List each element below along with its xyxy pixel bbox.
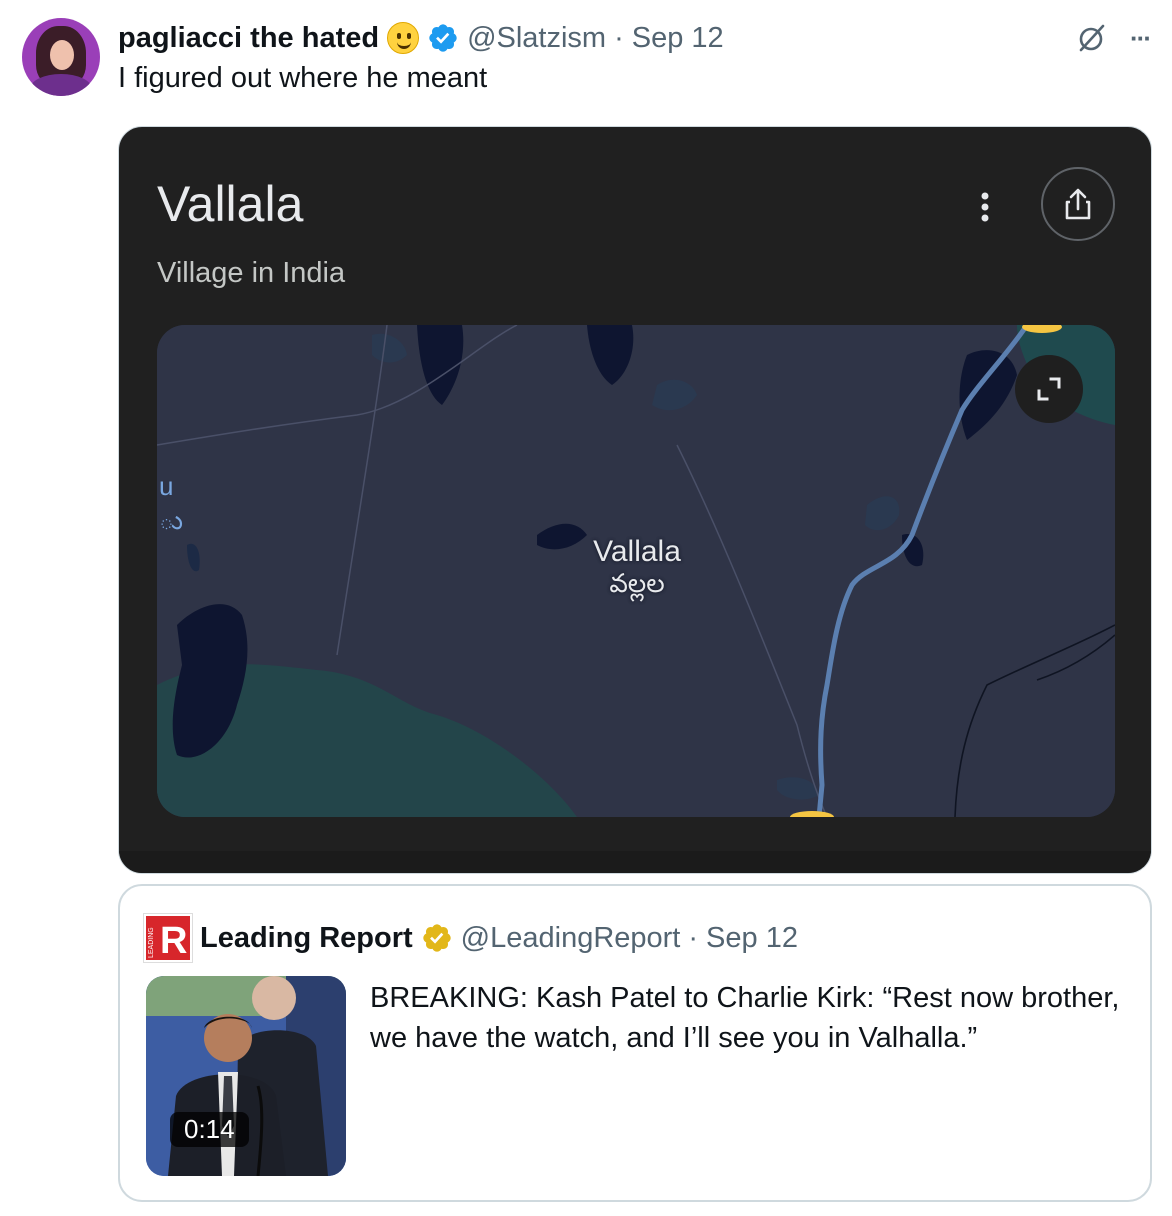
grok-icon[interactable] [1076, 22, 1108, 54]
map-place-label: Vallala వల్లల [567, 535, 707, 605]
tweet-text: I figured out where he meant [118, 62, 488, 94]
map-edge-label-1: u [159, 471, 174, 501]
quoted-tweet-header: LEADING R Leading Report @LeadingReport … [144, 914, 798, 962]
logo-side-text: LEADING [148, 927, 155, 958]
quoted-video-thumbnail[interactable]: 0:14 [146, 976, 346, 1176]
map-view: Vallala వల్లల u ు [157, 325, 1115, 817]
place-label-telugu: వల్లల [609, 569, 665, 599]
author-handle[interactable]: @Slatzism [467, 22, 606, 55]
slightly-smiling-face-icon [387, 22, 420, 54]
tweet-actions: ··· [1076, 22, 1152, 54]
quoted-handle[interactable]: @LeadingReport [461, 922, 681, 955]
avatar-face [50, 40, 74, 70]
expand-icon [1037, 377, 1061, 401]
map-edge-labels: u ు [159, 469, 183, 537]
quoted-tweet[interactable]: LEADING R Leading Report @LeadingReport … [118, 884, 1152, 1202]
quoted-date[interactable]: Sep 12 [706, 922, 798, 955]
quoted-separator-dot: · [688, 921, 699, 954]
separator-dot: · [614, 21, 624, 54]
place-label-english: Vallala [593, 535, 681, 568]
avatar-shoulders [30, 74, 92, 96]
more-options-icon[interactable]: ··· [1130, 23, 1152, 54]
map-place-title: Vallala [157, 176, 304, 232]
kebab-menu-icon [981, 192, 989, 222]
quoted-tweet-text: BREAKING: Kash Patel to Charlie Kirk: “R… [370, 982, 1120, 1054]
share-icon [1065, 188, 1091, 220]
map-place-subtitle: Village in India [157, 257, 346, 289]
quoted-display-name[interactable]: Leading Report [200, 922, 413, 955]
logo-letter: R [160, 920, 188, 962]
author-display-name[interactable]: pagliacci the hated [118, 22, 379, 55]
tweet-header: pagliacci the hated @Slatzism · Sep 12 [118, 18, 724, 58]
verified-badge-icon[interactable] [427, 22, 459, 54]
gold-verified-badge-icon[interactable] [421, 922, 453, 954]
expand-map-button [1015, 355, 1083, 423]
media-image[interactable]: Vallala Village in India Vallala వల్లల u… [118, 126, 1152, 874]
leading-report-logo[interactable]: LEADING R [144, 914, 192, 962]
card-bottom-strip [119, 851, 1151, 873]
share-button [1041, 167, 1115, 241]
author-avatar[interactable] [22, 18, 100, 96]
tweet-date[interactable]: Sep 12 [632, 22, 724, 55]
video-duration: 0:14 [170, 1112, 249, 1147]
map-edge-label-2: ు [159, 505, 184, 535]
